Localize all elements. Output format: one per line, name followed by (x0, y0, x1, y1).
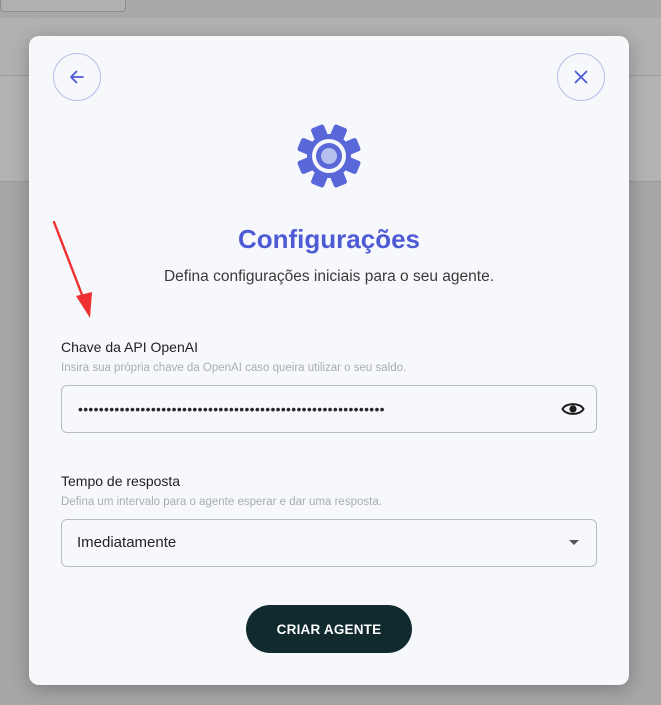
response-time-helper: Defina um intervalo para o agente espera… (61, 496, 382, 508)
create-agent-button[interactable]: CRIAR AGENTE (246, 605, 412, 653)
close-button[interactable] (557, 53, 605, 101)
response-time-value: Imediatamente (77, 534, 177, 551)
arrow-left-icon (70, 70, 84, 84)
annotation-arrow-icon (52, 220, 92, 318)
eye-icon (561, 403, 585, 415)
modal-title: Configurações (237, 224, 421, 254)
api-key-helper: Insira sua própria chave da OpenAI caso … (61, 362, 407, 374)
close-icon (574, 70, 588, 84)
response-time-select[interactable]: Imediatamente (61, 519, 597, 567)
back-button[interactable] (53, 53, 101, 101)
response-time-label: Tempo de resposta (61, 473, 181, 489)
gear-icon (297, 124, 361, 188)
modal-subtitle: Defina configurações iniciais para o seu… (163, 268, 494, 285)
api-key-input[interactable]: ••••••••••••••••••••••••••••••••••••••••… (78, 386, 550, 432)
background-tab (0, 0, 126, 12)
api-key-label: Chave da API OpenAI (61, 339, 198, 355)
toggle-visibility-button[interactable] (560, 397, 586, 421)
api-key-field: ••••••••••••••••••••••••••••••••••••••••… (61, 385, 597, 433)
chevron-down-icon (569, 540, 579, 545)
settings-modal: Configurações Defina configurações inici… (29, 36, 629, 685)
